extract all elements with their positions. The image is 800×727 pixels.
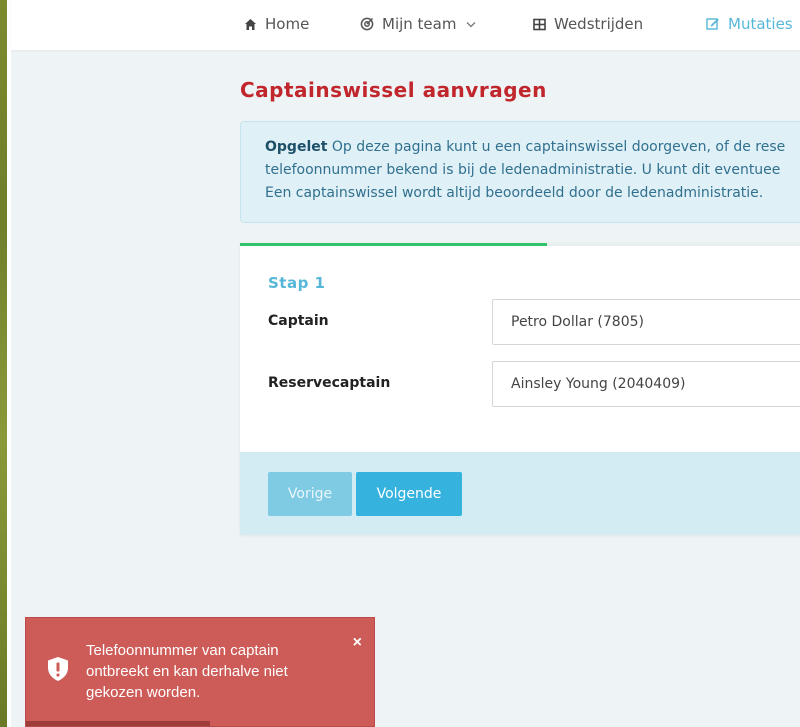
edit-icon	[706, 17, 720, 31]
wizard-card: Stap 1 Captain Petro Dollar (7805) Reser…	[240, 243, 800, 535]
alert-text-1: Op deze pagina kunt u een captainswissel…	[327, 139, 786, 155]
chevron-down-icon	[466, 18, 476, 31]
nav-label-home: Home	[265, 15, 310, 33]
shield-exclamation-icon	[46, 656, 70, 682]
info-alert: Opgelet Op deze pagina kunt u een captai…	[240, 121, 800, 223]
error-toast: Telefoonnummer van captain ontbreekt en …	[25, 617, 375, 727]
nav-item-mutaties[interactable]: Mutaties	[706, 15, 793, 33]
reservecaptain-select[interactable]: Ainsley Young (2040409)	[492, 361, 800, 407]
nav-label-mijn-team: Mijn team	[382, 15, 457, 33]
toast-message: Telefoonnummer van captain ontbreekt en …	[86, 642, 288, 701]
target-icon	[360, 17, 374, 31]
captain-label: Captain	[268, 313, 329, 329]
captain-select[interactable]: Petro Dollar (7805)	[492, 299, 800, 345]
nav-item-home[interactable]: Home	[243, 15, 309, 33]
grid-icon	[532, 17, 546, 31]
step-title: Stap 1	[268, 274, 326, 292]
background-image-strip	[0, 0, 11, 727]
next-button[interactable]: Volgende	[356, 472, 462, 516]
nav-label-wedstrijden: Wedstrijden	[554, 15, 644, 33]
alert-line-3: Een captainswissel wordt altijd beoordee…	[265, 185, 764, 201]
reservecaptain-label: Reservecaptain	[268, 375, 391, 391]
nav-item-wedstrijden[interactable]: Wedstrijden	[532, 15, 643, 33]
nav-item-mijn-team[interactable]: Mijn team	[360, 15, 476, 33]
home-icon	[243, 17, 257, 31]
wizard-footer: Vorige Volgende	[240, 452, 800, 535]
toast-timer-bar	[26, 721, 210, 726]
page-title: Captainswissel aanvragen	[240, 78, 547, 102]
alert-line-1: Opgelet Op deze pagina kunt u een captai…	[265, 136, 795, 159]
nav-label-mutaties: Mutaties	[728, 15, 793, 33]
alert-bold-label: Opgelet	[265, 139, 328, 155]
alert-line-2: telefoonnummer bekend is bij de ledenadm…	[265, 162, 781, 178]
previous-button[interactable]: Vorige	[268, 472, 352, 516]
progress-bar	[240, 243, 548, 246]
top-navigation: Home Mijn team Wedstrijden Mutaties	[11, 0, 800, 50]
close-icon[interactable]: ×	[353, 632, 362, 653]
